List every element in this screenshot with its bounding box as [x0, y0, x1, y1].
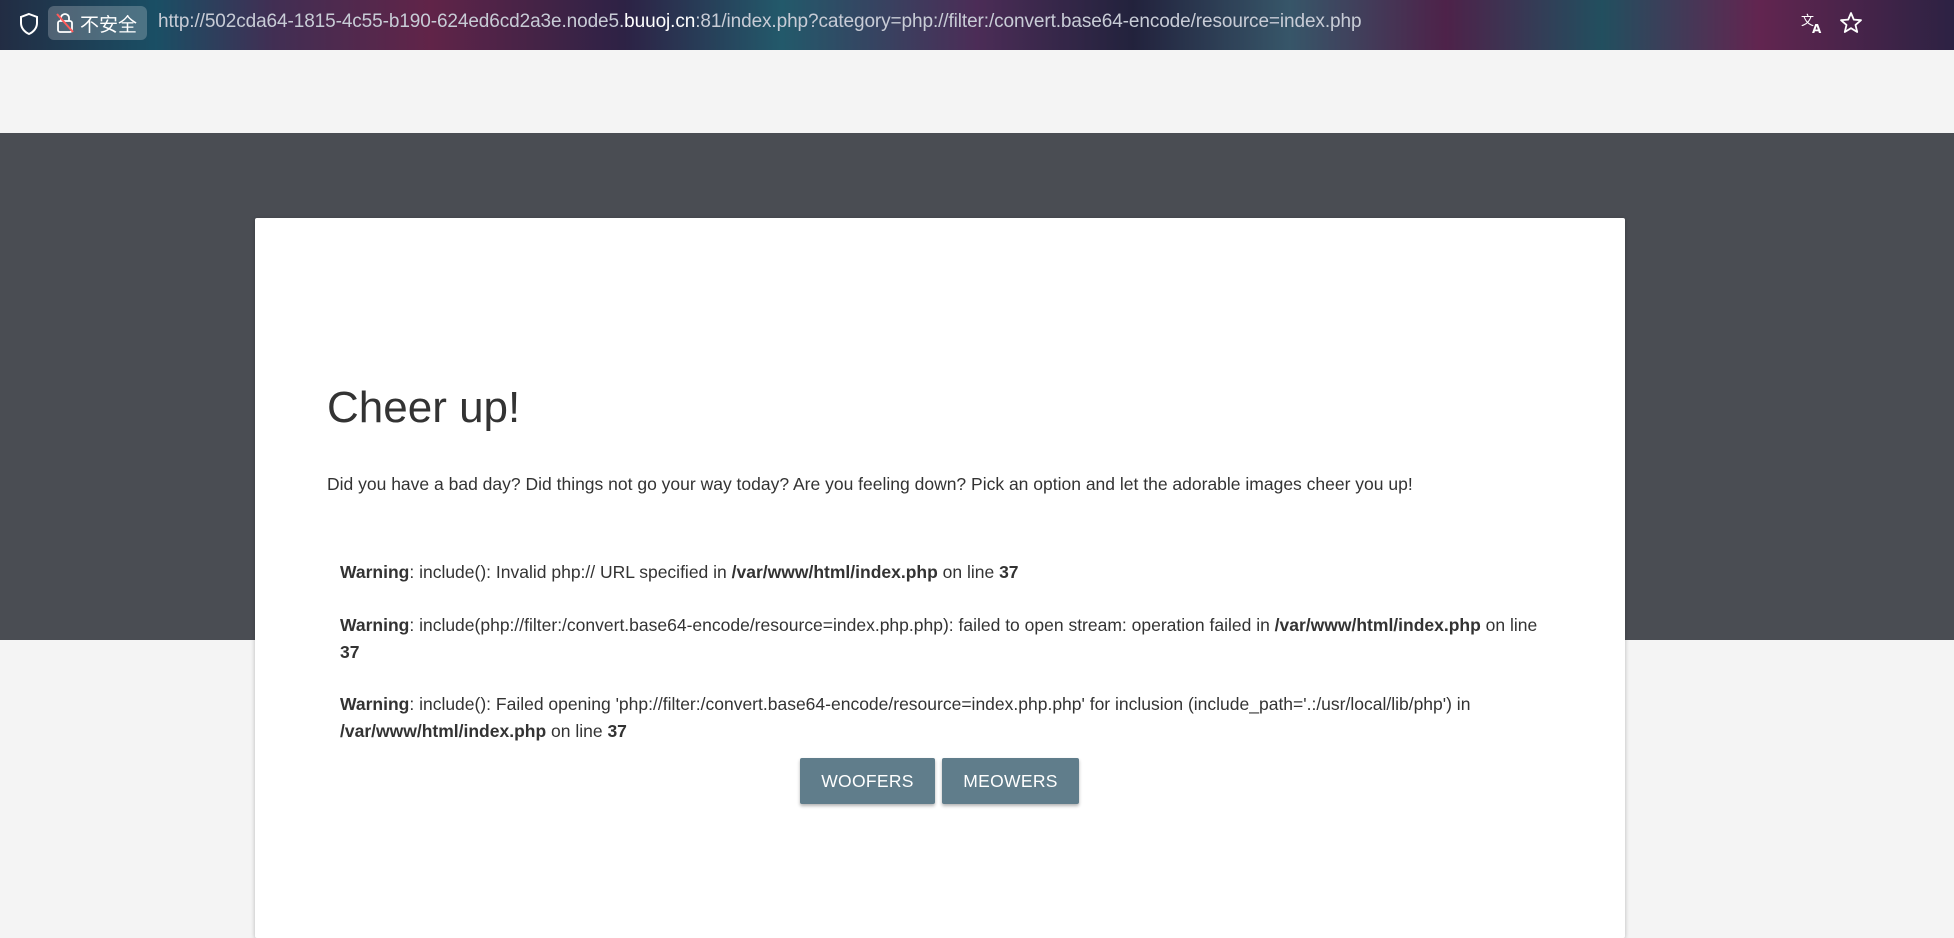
php-warning: Warning: include(): Failed opening 'php:… [340, 691, 1540, 745]
warning-label: Warning [340, 694, 410, 714]
url-host: buuoj.cn [624, 11, 696, 32]
page-title: Cheer up! [327, 383, 521, 432]
translate-icon[interactable]: 文 A [1800, 10, 1826, 36]
warning-message: : include(): Invalid php:// URL specifie… [409, 562, 732, 582]
warning-path: /var/www/html/index.php [340, 721, 547, 741]
shield-icon[interactable] [18, 12, 40, 36]
insecure-lock-icon [56, 13, 74, 33]
warning-path: /var/www/html/index.php [1274, 615, 1481, 635]
warning-message: : include(): Failed opening 'php://filte… [409, 694, 1471, 714]
php-warning: Warning: include(): Invalid php:// URL s… [340, 559, 1540, 586]
svg-text:A: A [1812, 22, 1822, 36]
url-field[interactable]: http://502cda64-1815-4c55-b190-624ed6cd2… [158, 11, 1362, 33]
url-prefix: http://502cda64-1815-4c55-b190-624ed6cd2… [158, 11, 625, 32]
warning-line-number: 37 [999, 562, 1019, 582]
warning-on-line: on line [1480, 615, 1538, 635]
page-header-band [0, 50, 1954, 133]
warning-on-line: on line [937, 562, 1000, 582]
warning-label: Warning [340, 562, 410, 582]
content-card: Cheer up! Did you have a bad day? Did th… [255, 218, 1625, 938]
warning-label: Warning [340, 615, 410, 635]
warning-line-number: 37 [607, 721, 627, 741]
url-suffix: :81/index.php?category=php://filter:/con… [695, 11, 1362, 32]
security-label: 不安全 [80, 14, 138, 36]
warning-message: : include(php://filter:/convert.base64-e… [409, 615, 1275, 635]
star-icon[interactable] [1838, 10, 1864, 36]
warning-path: /var/www/html/index.php [731, 562, 938, 582]
browser-address-bar: 不安全 http://502cda64-1815-4c55-b190-624ed… [0, 0, 1954, 50]
meowers-button[interactable]: MEOWERS [942, 758, 1079, 804]
warning-line-number: 37 [340, 642, 360, 662]
security-indicator[interactable]: 不安全 [48, 6, 148, 40]
woofers-button[interactable]: WOOFERS [800, 758, 935, 804]
intro-text: Did you have a bad day? Did things not g… [327, 474, 1413, 494]
php-warning: Warning: include(php://filter:/convert.b… [340, 612, 1540, 666]
warning-on-line: on line [546, 721, 608, 741]
